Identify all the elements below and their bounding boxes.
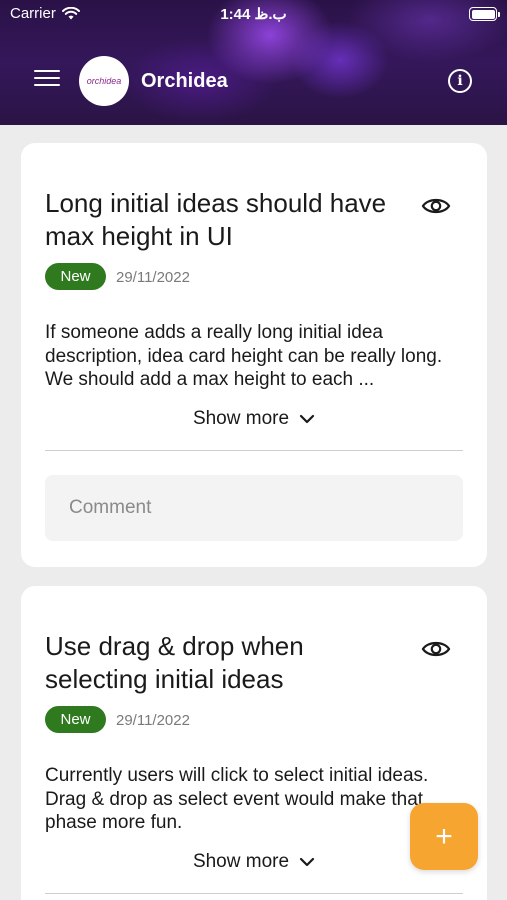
divider — [45, 450, 463, 451]
show-more-button[interactable]: Show more — [21, 408, 487, 430]
add-idea-button[interactable]: + — [410, 803, 478, 870]
idea-description: If someone adds a really long initial id… — [45, 322, 443, 390]
show-more-label: Show more — [192, 851, 290, 872]
chevron-down-icon — [299, 857, 315, 867]
idea-date: 29/11/2022 — [116, 269, 190, 286]
status-time: ب.ظ 1:44 — [220, 6, 287, 23]
hamburger-menu-icon[interactable] — [34, 70, 60, 90]
info-icon[interactable]: i — [448, 69, 472, 93]
show-more-label: Show more — [192, 408, 290, 429]
app-header: Carrier ب.ظ 1:44 orchidea Orchidea i — [0, 0, 507, 125]
idea-card: Long initial ideas should have max heigh… — [21, 143, 487, 567]
battery-icon — [469, 7, 500, 21]
plus-icon: + — [435, 819, 453, 853]
idea-date: 29/11/2022 — [116, 712, 190, 729]
eye-icon[interactable] — [421, 195, 451, 217]
idea-description: Currently users will click to select ini… — [45, 765, 429, 833]
idea-title: Use drag & drop when selecting initial i… — [45, 631, 304, 694]
orchidea-logo: orchidea — [79, 56, 129, 106]
app-title: Orchidea — [141, 70, 228, 92]
comment-input[interactable] — [45, 475, 463, 541]
idea-title: Long initial ideas should have max heigh… — [45, 188, 387, 251]
status-badge: New — [45, 263, 106, 290]
status-badge: New — [45, 706, 106, 733]
divider — [45, 893, 463, 894]
logo-text: orchidea — [86, 76, 122, 86]
status-bar: Carrier ب.ظ 1:44 — [0, 0, 507, 28]
chevron-down-icon — [299, 414, 315, 424]
eye-icon[interactable] — [421, 638, 451, 660]
